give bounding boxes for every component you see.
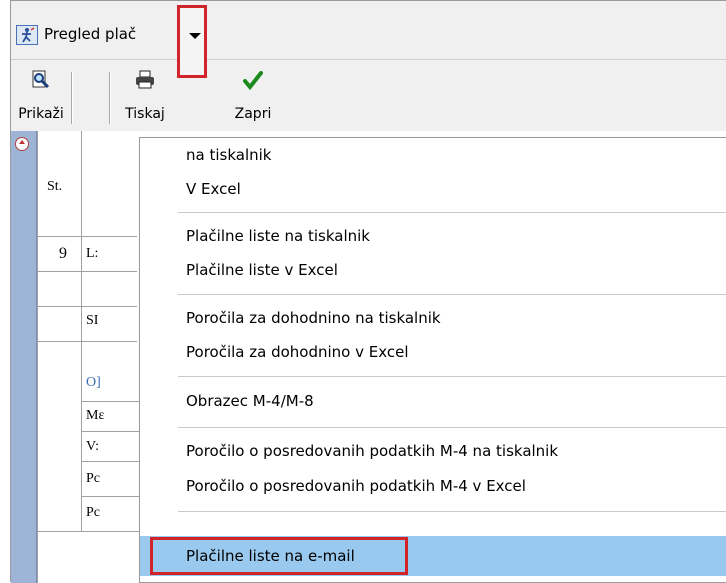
window-title: Pregled plač [44, 25, 137, 43]
menu-separator [178, 376, 726, 377]
toolbar: Prikaži Tiskaj Zapri [11, 59, 726, 132]
menu-item-payslips-printer[interactable]: Plačilne liste na tiskalnik [140, 219, 726, 253]
show-button[interactable]: Prikaži [13, 60, 69, 132]
table-cell: 9 [59, 245, 67, 262]
printer-icon [136, 70, 154, 89]
menu-item-m4-report-printer[interactable]: Poročilo o posredovanih podatkih M-4 na … [140, 434, 726, 468]
menu-item-m4-report-excel[interactable]: Poročilo o posredovanih podatkih M-4 v E… [140, 469, 726, 503]
table-cell: O] [86, 375, 101, 390]
menu-item-payslips-email[interactable]: Plačilne liste na e-mail [140, 536, 726, 576]
magnifier-doc-icon [32, 70, 50, 89]
column-header-st: St. [47, 179, 63, 194]
checkmark-icon [243, 71, 263, 90]
show-label: Prikaži [18, 106, 64, 122]
close-label: Zapri [234, 106, 272, 122]
print-label: Tiskaj [125, 106, 165, 122]
toolbar-separator [71, 72, 73, 124]
main-window: Pregled plač Prikaži Tiskaj Zapri St. 9 … [10, 0, 726, 583]
table-cell: Mε [86, 408, 105, 423]
chevron-down-icon [189, 33, 201, 39]
menu-separator [178, 511, 726, 512]
print-dropdown-menu: na tiskalnik V Excel Plačilne liste na t… [139, 137, 726, 583]
toolbar-separator [109, 72, 111, 124]
title-bar: Pregled plač [11, 1, 726, 59]
collapse-icon[interactable] [15, 137, 29, 151]
menu-item-income-tax-printer[interactable]: Poročila za dohodnino na tiskalnik [140, 301, 726, 335]
menu-item-print-printer[interactable]: na tiskalnik [140, 138, 726, 172]
print-dropdown-button[interactable] [177, 5, 207, 78]
menu-item-income-tax-excel[interactable]: Poročila za dohodnino v Excel [140, 335, 726, 369]
table-cell: Pc [86, 471, 100, 486]
table-cell: V: [86, 439, 99, 454]
table-cell: L: [86, 246, 99, 261]
close-button[interactable]: Zapri [223, 60, 283, 132]
table-cell: Pc [86, 505, 100, 520]
menu-separator [178, 427, 726, 428]
menu-separator [178, 294, 726, 295]
menu-item-form-m4-m8[interactable]: Obrazec M-4/M-8 [140, 384, 726, 418]
menu-separator [178, 212, 726, 213]
annotation-highlight-box [150, 537, 408, 575]
menu-item-print-excel[interactable]: V Excel [140, 172, 726, 206]
app-icon [16, 25, 38, 45]
print-button[interactable]: Tiskaj [115, 60, 175, 132]
menu-item-payslips-excel[interactable]: Plačilne liste v Excel [140, 253, 726, 287]
side-strip [11, 131, 37, 583]
table-cell: SI [86, 313, 99, 328]
